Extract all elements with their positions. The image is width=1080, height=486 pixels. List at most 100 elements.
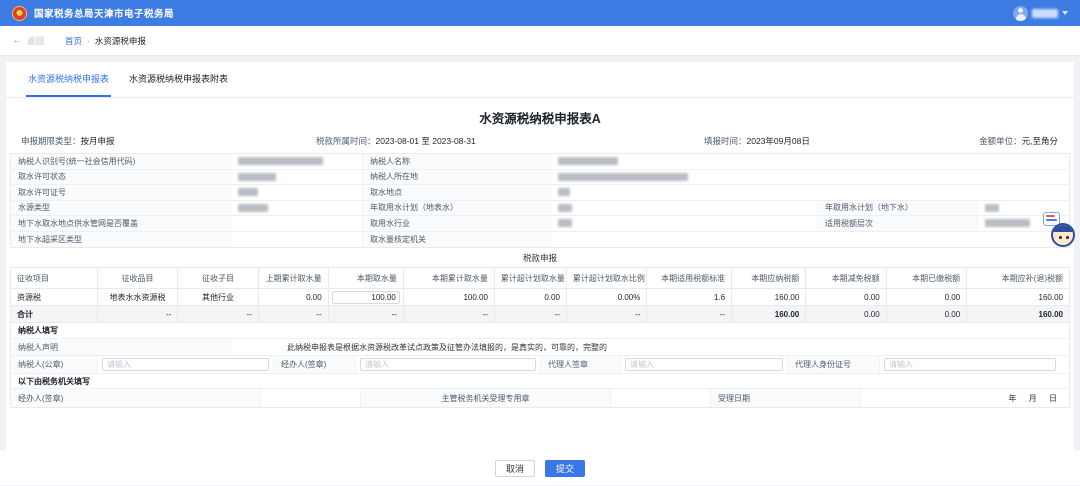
col-header: 累计超计划取水量 <box>494 268 566 289</box>
accept-date-format: 年 月 日 <box>861 389 1069 407</box>
national-emblem-icon <box>12 6 27 21</box>
agent-id-label: 代理人身份证号 <box>788 356 880 373</box>
signature-section: 纳税人填写 纳税人声明 此纳税申报表是根据水资源税改革试点政策及征管办法填报的，… <box>10 323 1070 408</box>
col-header: 本期减免税额 <box>806 268 886 289</box>
cell-tax-paid: 0.00 <box>886 289 966 306</box>
cell-rate-standard: 1.6 <box>647 289 732 306</box>
page-title: 水资源税纳税申报表A <box>6 108 1074 127</box>
main-form-card: 水资源税纳税申报表 水资源税纳税申报表附表 水资源税纳税申报表A 申报期限类型：… <box>6 62 1074 450</box>
cell-current-intake <box>328 289 403 306</box>
total-cell: -- <box>97 306 177 323</box>
groundwater-network-label: 地下水取水地点供水管网是否覆盖 <box>11 216 231 231</box>
permit-status-value <box>231 170 363 185</box>
annual-plan-surface-label: 年取用水计划（地表水） <box>363 201 551 216</box>
app-header: 国家税务总局天津市电子税务局 <box>0 0 1080 26</box>
total-cell: -- <box>647 306 732 323</box>
redacted-value <box>558 188 570 196</box>
authority-seal-blank <box>611 389 711 407</box>
redacted-value <box>238 188 258 196</box>
col-header: 上期累计取水量 <box>258 268 328 289</box>
water-industry-label: 取用水行业 <box>363 216 551 231</box>
cell-tax-reduction: 0.00 <box>806 289 886 306</box>
taxpayer-name-value <box>551 154 1069 169</box>
authority-agent-label: 经办人(签章) <box>11 389 261 407</box>
period-type-label: 申报期限类型： <box>21 136 81 146</box>
table-row: 资源税 地表水水资源税 其他行业 0.00 100.00 0.00 0.00% … <box>11 289 1070 306</box>
cell-levy-sub: 其他行业 <box>178 289 258 306</box>
total-cell: -- <box>258 306 328 323</box>
col-header: 本期累计取水量 <box>403 268 494 289</box>
total-cell: -- <box>403 306 494 323</box>
redacted-value <box>985 219 1030 227</box>
current-intake-input[interactable] <box>332 291 400 304</box>
table-header-row: 征收项目 征收品目 征收子目 上期累计取水量 本期取水量 本期累计取水量 累计超… <box>11 268 1070 289</box>
verify-authority-value <box>551 232 1069 248</box>
taxpayer-name-label: 纳税人名称 <box>363 154 551 169</box>
submit-button[interactable]: 提交 <box>545 460 585 477</box>
tax-period-value: 2023-08-01 至 2023-08-31 <box>376 136 476 146</box>
chevron-down-icon <box>1062 11 1068 15</box>
water-source-type-value <box>231 201 363 216</box>
cell-prev-cum-intake: 0.00 <box>258 289 328 306</box>
breadcrumb-home-link[interactable]: 首页 <box>65 35 82 47</box>
permit-no-label: 取水许可证号 <box>11 185 231 200</box>
redacted-value <box>238 173 276 181</box>
authority-fill-section-title: 以下由税务机关填写 <box>11 373 1069 388</box>
agent-sign-cell <box>621 356 788 373</box>
cancel-button[interactable]: 取消 <box>495 460 535 477</box>
col-header: 累计超计划取水比例 <box>566 268 646 289</box>
redacted-value <box>985 204 999 212</box>
water-source-type-label: 水源类型 <box>11 201 231 216</box>
col-header: 本期应纳税额 <box>732 268 806 289</box>
intake-location-value <box>551 185 1069 200</box>
taxpayer-declaration-text: 此纳税申报表是根据水资源税改革试点政策及征管办法填报的，是真实的，可靠的，完整的 <box>231 339 1069 355</box>
col-header: 本期已缴税额 <box>886 268 966 289</box>
cell-cur-cum-intake: 100.00 <box>403 289 494 306</box>
assistant-mascot[interactable] <box>1043 212 1075 254</box>
footer-action-bar: 取消 提交 <box>0 450 1080 485</box>
tab-attachment-form[interactable]: 水资源税纳税申报表附表 <box>127 62 230 97</box>
avatar-icon <box>1013 6 1028 21</box>
agent-sign-input[interactable] <box>625 358 783 371</box>
total-cell: -- <box>328 306 403 323</box>
tab-main-declaration-form[interactable]: 水资源税纳税申报表 <box>26 62 111 97</box>
back-arrow-icon[interactable]: ← <box>12 35 22 46</box>
assistant-face-icon <box>1051 223 1075 247</box>
form-tabs: 水资源税纳税申报表 水资源税纳税申报表附表 <box>6 62 1074 98</box>
cell-tax-due: 160.00 <box>967 289 1070 306</box>
total-tax-payable: 160.00 <box>732 306 806 323</box>
taxpayer-seal-cell <box>98 356 274 373</box>
redacted-value <box>238 157 323 165</box>
agent-id-input[interactable] <box>884 358 1056 371</box>
tax-period-label: 税款所属时间： <box>316 136 376 146</box>
col-header: 征收项目 <box>11 268 98 289</box>
redacted-value <box>238 204 268 212</box>
col-header: 征收品目 <box>97 268 177 289</box>
handler-sign-cell <box>356 356 541 373</box>
permit-no-value <box>231 185 363 200</box>
total-label: 合计 <box>11 306 98 323</box>
total-tax-due: 160.00 <box>967 306 1070 323</box>
form-meta-row: 申报期限类型：按月申报 税款所属时间：2023-08-01 至 2023-08-… <box>6 135 1074 151</box>
redacted-value <box>558 157 618 165</box>
taxpayer-id-label: 纳税人识别号(统一社会信用代码) <box>11 154 231 169</box>
col-header: 征收子目 <box>178 268 258 289</box>
user-menu[interactable] <box>1013 6 1068 21</box>
handler-sign-input[interactable] <box>360 358 536 371</box>
total-cell: -- <box>178 306 258 323</box>
cell-levy-category: 地表水水资源税 <box>97 289 177 306</box>
breadcrumb-separator: › <box>87 36 90 46</box>
back-button[interactable]: 返回 <box>27 35 44 47</box>
authority-seal-label: 主管税务机关受理专用章 <box>361 389 611 407</box>
period-type-value: 按月申报 <box>81 136 115 146</box>
taxpayer-location-label: 纳税人所在地 <box>363 170 551 185</box>
total-tax-paid: 0.00 <box>886 306 966 323</box>
col-header: 本期应补(退)税额 <box>967 268 1070 289</box>
table-total-row: 合计 -- -- -- -- -- -- -- -- 160.00 0.00 0… <box>11 306 1070 323</box>
taxpayer-seal-input[interactable] <box>102 358 269 371</box>
authority-agent-blank <box>261 389 361 407</box>
breadcrumb-current: 水资源税申报 <box>95 35 146 47</box>
total-tax-reduction: 0.00 <box>806 306 886 323</box>
agent-id-cell <box>880 356 1069 373</box>
overexploited-zone-label: 地下水超采区类型 <box>11 232 231 248</box>
